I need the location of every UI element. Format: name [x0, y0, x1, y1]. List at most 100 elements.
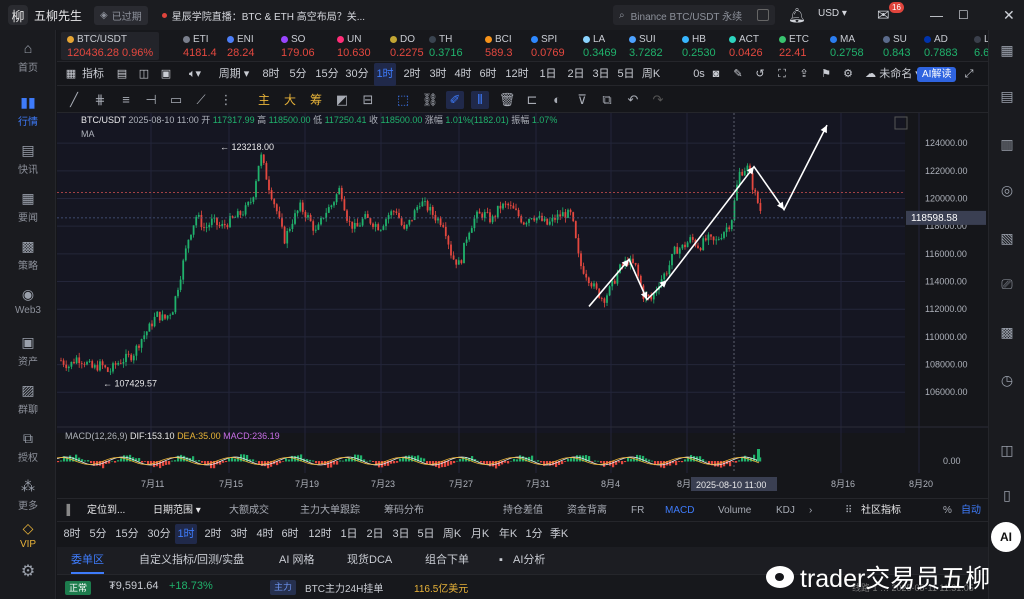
nav-more[interactable]: ⁂ 更多 [0, 478, 56, 512]
ticker-item[interactable]: LA 0.3469 [583, 32, 617, 60]
parallel-lines-icon[interactable]: ⋕ [91, 91, 109, 109]
ticker-item[interactable]: LPT 6.639 [974, 32, 988, 60]
sound-icon[interactable]: 🔈︎▾ [183, 63, 207, 86]
nav-auth[interactable]: ⧉ 授权 [0, 430, 56, 464]
period-option[interactable]: 1分 [523, 522, 545, 546]
select-icon[interactable]: ⬚ [394, 91, 412, 109]
bars-mode-icon[interactable]: ⫴ [471, 91, 489, 109]
settings-icon[interactable]: ⚙ [0, 564, 56, 583]
ticker-item[interactable]: HB 0.2530 [682, 32, 716, 60]
period-option[interactable]: 2时 [202, 522, 224, 546]
nav-news[interactable]: ▦ 要闻 [0, 190, 56, 224]
order-tab[interactable]: AI分析 [513, 547, 545, 574]
gear-icon[interactable]: ⚙ [841, 63, 855, 86]
expired-badge[interactable]: ◈ 已过期 [94, 5, 148, 25]
nav-market[interactable]: ▮▮ 行情 [0, 94, 56, 128]
period-option[interactable]: 3日 [590, 63, 612, 86]
layers-icon[interactable]: ▩ [997, 322, 1017, 342]
order-tab[interactable]: 现货DCA [347, 547, 392, 574]
period-option[interactable]: 15分 [113, 522, 141, 546]
period-option[interactable]: 3日 [390, 522, 412, 546]
link-icon[interactable]: ⛓ [421, 91, 439, 109]
split-icon[interactable]: ▯ [997, 485, 1017, 505]
ticker-item[interactable]: SU 0.843 [883, 32, 911, 60]
panel-icon[interactable]: ◫ [997, 440, 1017, 460]
period-option[interactable]: 4时 [254, 522, 276, 546]
indicator-tab[interactable]: 资金背离 [567, 499, 607, 522]
search-input[interactable]: ⌕ Binance BTC/USDT 永续 [613, 5, 775, 25]
period-option[interactable]: 季K [548, 522, 570, 546]
nav-chat[interactable]: ▨ 群聊 [0, 382, 56, 416]
indicator-tab[interactable]: KDJ [776, 499, 795, 522]
indicator-tab[interactable]: 持仓差值 [503, 499, 543, 522]
mail-icon[interactable]: ✉ [877, 0, 890, 30]
redo-arrow-icon[interactable]: ↷ [649, 91, 667, 109]
period-option[interactable]: 30分 [343, 63, 371, 86]
close-icon[interactable]: ✕ [1003, 0, 1015, 30]
dots-icon[interactable]: ⋮ [217, 91, 235, 109]
period-option[interactable]: 15分 [313, 63, 341, 86]
alert-icon[interactable]: ⚑ [819, 63, 833, 86]
filter-icon[interactable]: ⊽ [573, 91, 591, 109]
brush-icon[interactable]: ⟋ [192, 91, 210, 109]
nav-assets[interactable]: ▣ 资产 [0, 334, 56, 368]
layout-icon[interactable]: ◫ [137, 63, 151, 86]
nav-strategy[interactable]: ▩ 策略 [0, 238, 56, 272]
candle-type-icon[interactable]: ▦ [65, 63, 77, 86]
layout-name-dropdown[interactable]: ☁ 未命名 ▾ [865, 63, 921, 86]
ticker-item[interactable]: SUI 3.7282 [629, 32, 663, 60]
period-option[interactable]: 年K [497, 522, 519, 546]
ticker-active[interactable]: BTC/USDT 120436.28 0.96% [61, 32, 160, 60]
bell-icon[interactable]: 🔔︎ [788, 0, 806, 30]
scan-icon[interactable] [757, 9, 769, 21]
fib-icon[interactable]: ≡ [117, 91, 135, 109]
nav-vip[interactable]: ◇ VIP [0, 520, 56, 550]
indicator-tab[interactable]: FR [631, 499, 644, 522]
news-ticker[interactable]: 星辰学院直播：BTC & ETH 高空布局？关... [161, 8, 365, 23]
ticker-item[interactable]: MA 0.2758 [830, 32, 864, 60]
fullscreen-icon[interactable]: ⛶ [775, 63, 789, 86]
ticker-item[interactable]: DO 0.2275 [390, 32, 424, 60]
locate-button[interactable]: 定位到... [87, 499, 125, 522]
draw-mode-icon[interactable]: ✐ [446, 91, 464, 109]
trendline-icon[interactable]: ╱ [65, 91, 83, 109]
nav-web3[interactable]: ◉ Web3 [0, 286, 56, 316]
period-option[interactable]: 2日 [565, 63, 587, 86]
indicator-tab[interactable]: 大额成交 [229, 499, 269, 522]
ticker-item[interactable]: AD 0.7883 [924, 32, 958, 60]
ring-icon[interactable]: ◎ [997, 180, 1017, 200]
chevron-right-icon[interactable]: › [809, 499, 812, 522]
period-option[interactable]: 周K [640, 63, 662, 86]
notify-icon[interactable]: ⎚ [997, 274, 1017, 294]
period-option[interactable]: 5分 [287, 63, 309, 86]
indicator-tab[interactable]: 主力大单跟踪 [300, 499, 360, 522]
period-option[interactable]: 1日 [338, 522, 360, 546]
indicator-tab-active[interactable]: MACD [665, 499, 694, 522]
nav-home[interactable]: ⌂ 首页 [0, 40, 56, 74]
note-icon[interactable]: ▧ [997, 228, 1017, 248]
period-option[interactable]: 8时 [61, 522, 83, 546]
period-option[interactable]: 12时 [306, 522, 334, 546]
date-range-dropdown[interactable]: 日期范围 ▾ [153, 499, 201, 522]
undo-icon[interactable]: ↺ [753, 63, 767, 86]
ticker-item[interactable]: SO 179.06 [281, 32, 315, 60]
period-option[interactable]: 30分 [145, 522, 173, 546]
indicator-button[interactable]: 指标 [81, 63, 105, 86]
grid-icon[interactable]: ▦ [997, 40, 1017, 60]
pen-icon[interactable]: ✎ [731, 63, 745, 86]
compass-icon[interactable]: ◐ [548, 91, 566, 109]
period-option[interactable]: 2日 [364, 522, 386, 546]
order-tab[interactable]: 自定义指标/回测/实盘 [139, 547, 244, 574]
calendar-icon[interactable]: ▤ [115, 63, 129, 86]
magnet-icon[interactable]: ⊏ [523, 91, 541, 109]
ticker-item[interactable]: ENI 28.24 [227, 32, 255, 60]
period-option[interactable]: 8时 [260, 63, 282, 86]
period-option[interactable]: 1日 [537, 63, 559, 86]
price-chart[interactable]: 124000.00 122000.00 120000.00 118000.00 1160… [57, 113, 988, 498]
document-icon[interactable]: ▤ [997, 86, 1017, 106]
currency-select[interactable]: USD ▾ [818, 8, 847, 19]
order-tab-active[interactable]: 委单区 [71, 547, 104, 574]
period-option[interactable]: 1时 [175, 524, 197, 544]
ticker-item[interactable]: TH 0.3716 [429, 32, 463, 60]
period-option[interactable]: 5日 [615, 63, 637, 86]
